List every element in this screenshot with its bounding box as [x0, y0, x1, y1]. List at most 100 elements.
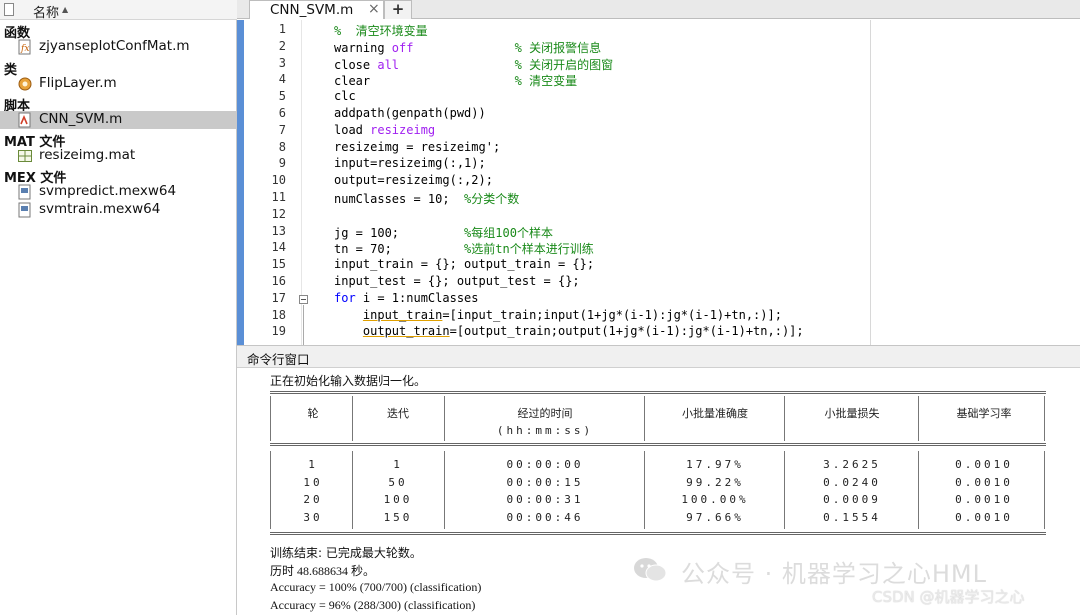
table-cell: 0.0010 — [955, 493, 1013, 506]
line-number: 5 — [278, 89, 286, 104]
table-cell: 1 — [393, 458, 403, 471]
code-token: % 清空变量 — [514, 74, 578, 89]
line-number: 18 — [271, 307, 286, 322]
table-cell: 0.0009 — [823, 493, 881, 506]
table-divider — [918, 451, 919, 529]
code-line[interactable]: output=resizeimg(:,2); — [334, 173, 493, 187]
code-token: % 关闭开启的图窗 — [514, 57, 614, 72]
code-token: clc — [334, 89, 356, 104]
code-line[interactable]: clear % 清空变量 — [334, 72, 577, 89]
table-cell: 20 — [303, 493, 323, 506]
mex-file-icon — [18, 202, 31, 218]
table-rule-top — [270, 391, 1046, 394]
code-line[interactable]: for i = 1:numClasses — [334, 291, 479, 305]
train-accuracy-message: Accuracy = 100% (700/700) (classificatio… — [270, 580, 482, 594]
watermark-text: 公众号 · 机器学习之心HML — [681, 560, 988, 588]
line-number: 12 — [271, 206, 286, 221]
code-token: off — [391, 40, 414, 55]
table-divider — [1044, 396, 1045, 441]
code-line[interactable]: tn = 70; %选前tn个样本进行训练 — [334, 240, 594, 257]
code-token: close — [334, 57, 378, 72]
header-elapsed-unit: (hh:mm:ss) — [496, 424, 594, 437]
file-name: FlipLayer.m — [39, 75, 117, 91]
code-line[interactable]: input_test = {}; output_test = {}; — [334, 274, 580, 288]
table-divider — [784, 396, 785, 441]
tab-cnn-svm[interactable]: CNN_SVM.m × — [249, 0, 384, 19]
line-number: 11 — [271, 190, 286, 204]
svg-text:fx: fx — [20, 44, 29, 54]
code-token: output_train — [362, 324, 450, 339]
line-number: 19 — [271, 324, 286, 339]
code-token: resizeimg = resizeimg'; — [334, 139, 501, 154]
file-item-cnn-svm[interactable]: CNN_SVM.m — [0, 111, 236, 129]
code-token: addpath(genpath(pwd)) — [334, 106, 486, 120]
line-number: 3 — [278, 55, 286, 70]
code-token: input_train — [362, 307, 443, 322]
file-item-fliplayer[interactable]: FlipLayer.m — [0, 75, 236, 93]
table-divider — [270, 451, 271, 529]
sort-ascending-icon[interactable]: ▲ — [62, 5, 68, 14]
code-line[interactable]: input=resizeimg(:,1); — [334, 156, 486, 170]
file-list-header[interactable]: 名称 ▲ — [0, 0, 237, 21]
table-cell: 3.2625 — [823, 458, 881, 471]
new-tab-button[interactable]: + — [384, 0, 412, 19]
table-divider — [644, 396, 645, 441]
code-line[interactable]: output_train=[output_train;output(1+jg*(… — [334, 324, 804, 338]
table-divider — [784, 451, 785, 529]
header-elapsed: 经过的时间 — [517, 407, 573, 420]
table-cell: 100.00% — [681, 493, 749, 506]
script-file-icon — [18, 112, 31, 128]
line-number-gutter: 1 2 3 4 5 6 7 8 9 10 11 12 13 14 15 16 17 18 19 — [244, 20, 302, 345]
code-line[interactable]: input_train = {}; output_train = {}; — [334, 257, 594, 271]
code-token: %选前tn个样本进行训练 — [464, 242, 594, 257]
fold-guide-line — [303, 304, 304, 345]
header-epoch: 轮 — [307, 407, 319, 420]
table-cell: 0.0010 — [955, 510, 1013, 524]
file-item-zjyanseplotconfmat[interactable]: fx zjyanseplotConfMat.m — [0, 38, 236, 56]
code-line[interactable]: clc — [334, 89, 356, 103]
code-token: =[output_train;output(1+jg*(i-1):jg*(i-1… — [449, 324, 804, 339]
code-line[interactable]: load resizeimg — [334, 123, 435, 137]
table-cell: 00:00:31 — [506, 493, 584, 506]
table-divider — [352, 451, 353, 529]
table-cell: 0.0010 — [955, 458, 1013, 471]
code-token: jg = 100; — [334, 225, 465, 240]
tab-label: CNN_SVM.m — [270, 2, 354, 18]
code-token: input_train = {}; output_train = {}; — [334, 257, 595, 272]
code-line[interactable]: warning off % 关闭报警信息 — [334, 39, 601, 56]
name-column-header[interactable]: 名称 — [33, 2, 59, 21]
code-line[interactable]: % 清空环境变量 — [334, 22, 428, 39]
class-file-icon — [18, 77, 32, 91]
test-accuracy-message: Accuracy = 96% (288/300) (classification… — [270, 598, 476, 612]
table-cell: 17.97% — [686, 458, 744, 471]
code-line[interactable]: input_train=[input_train;input(1+jg*(i-1… — [334, 308, 782, 322]
file-item-resizeimg-mat[interactable]: resizeimg.mat — [0, 147, 236, 165]
code-token: input_test = {}; output_test = {}; — [334, 274, 580, 288]
mat-file-icon — [18, 150, 32, 162]
code-line[interactable]: resizeimg = resizeimg'; — [334, 140, 500, 154]
function-file-icon: fx — [18, 39, 31, 55]
table-divider — [444, 451, 445, 529]
table-cell: 00:00:00 — [506, 458, 584, 471]
line-number: 4 — [278, 72, 286, 87]
code-token: input=resizeimg(:,1); — [334, 156, 486, 171]
command-window-title: 命令行窗口 — [247, 352, 310, 367]
code-line[interactable]: close all % 关闭开启的图窗 — [334, 56, 613, 73]
code-line[interactable]: addpath(genpath(pwd)) — [334, 106, 486, 120]
code-token: output=resizeimg(:,2); — [334, 173, 493, 188]
file-item-svmpredict[interactable]: svmpredict.mexw64 — [0, 183, 236, 201]
file-name: CNN_SVM.m — [39, 111, 123, 127]
table-cell: 30 — [303, 510, 323, 524]
elapsed-time-message: 历时 48.688634 秒。 — [270, 564, 376, 578]
file-item-svmtrain[interactable]: svmtrain.mexw64 — [0, 201, 236, 219]
fold-collapse-icon[interactable] — [299, 294, 308, 304]
close-tab-icon[interactable]: × — [368, 1, 380, 17]
code-line[interactable]: numClasses = 10; %分类个数 — [334, 190, 519, 207]
code-line[interactable]: jg = 100; %每组100个样本 — [334, 224, 553, 241]
code-token: =[input_train;input(1+jg*(i-1):jg*(i-1)+… — [442, 307, 782, 322]
wechat-logo-icon — [634, 558, 667, 582]
file-name: zjyanseplotConfMat.m — [39, 38, 190, 54]
line-number: 7 — [278, 122, 286, 137]
